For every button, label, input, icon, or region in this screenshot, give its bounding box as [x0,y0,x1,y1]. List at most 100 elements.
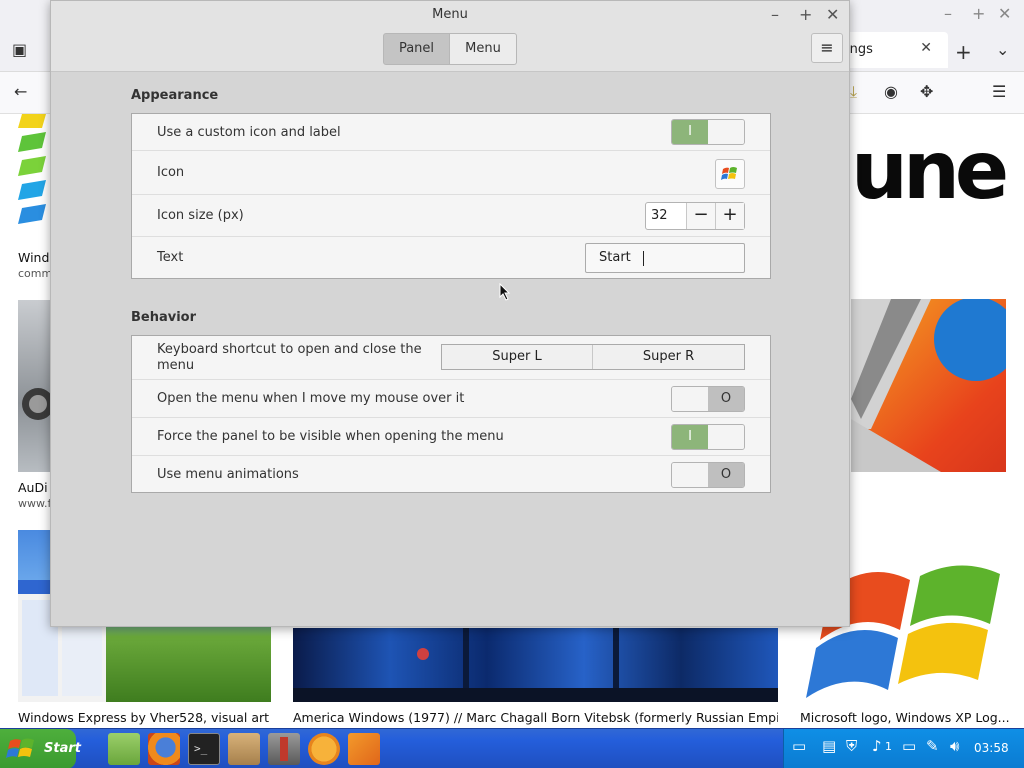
browser-minimize-icon[interactable]: – [944,6,952,22]
start-button[interactable]: Start [0,729,81,768]
clipboard-icon[interactable]: ▤ [822,739,836,754]
appearance-frame: Use a custom icon and label I Icon Icon … [131,113,771,279]
browser-maximize-icon[interactable]: + [972,6,985,22]
behavior-frame: Keyboard shortcut to open and close the … [131,335,771,493]
hamburger-menu-icon[interactable]: ≡ [811,33,843,63]
tab-panel[interactable]: Panel [383,33,450,65]
network-icon[interactable]: ▭ [792,739,806,754]
animations-row: Use menu animations O [132,456,770,493]
office-app-icon[interactable] [348,733,380,765]
windows-logo-image-partial[interactable] [18,114,50,234]
system-settings-icon[interactable] [268,733,300,765]
decrement-button[interactable]: − [686,203,715,229]
notifications-icon[interactable]: ♪ [872,739,882,754]
icon-label: Icon [157,165,185,180]
shortcut-2-button[interactable]: Super R [593,345,744,369]
custom-icon-switch[interactable]: I [671,119,745,145]
result-caption[interactable]: Wind [18,250,50,265]
maximize-icon[interactable]: + [799,5,812,24]
close-icon[interactable]: ✕ [826,5,839,24]
car-image-partial[interactable] [18,300,50,472]
hover-open-row: Open the menu when I move my mouse over … [132,380,770,418]
app-orange-circle-icon[interactable] [308,733,340,765]
text-caret [643,251,644,266]
increment-button[interactable]: + [715,203,744,229]
force-panel-row: Force the panel to be visible when openi… [132,418,770,456]
browser-close-icon[interactable]: ✕ [998,6,1011,22]
abstract-orange-image[interactable] [851,299,1006,472]
browser-tab-label: ings [846,42,873,57]
result-subcaption: www.fl [18,497,50,510]
windows-flag-icon [721,167,737,180]
icon-size-spinner[interactable]: 32 − + [645,202,745,230]
start-label-input[interactable]: Start [585,243,745,273]
hover-open-label: Open the menu when I move my mouse over … [157,391,465,406]
tie-shape [280,737,288,761]
switch-off-indicator: O [708,463,744,487]
clock[interactable]: 03:58 [974,741,1009,755]
file-manager-icon[interactable] [108,733,140,765]
switch-knob [672,387,708,411]
start-label: Start [44,741,81,756]
force-panel-switch[interactable]: I [671,424,745,450]
volume-icon[interactable]: 🔊︎ [950,739,959,754]
terminal-icon[interactable]: >_ [188,733,220,765]
dialog-title: Menu [432,7,468,22]
close-tab-icon[interactable]: ✕ [920,40,932,56]
result-caption[interactable]: Windows Express by Vher528, visual art [18,710,273,725]
terminal-prompt-icon: >_ [194,742,208,755]
chevron-down-icon[interactable]: ⌄ [996,42,1009,58]
stained-glass-image[interactable] [293,628,778,702]
icon-row: Icon [132,151,770,195]
icon-size-row: Icon size (px) 32 − + [132,195,770,237]
result-caption[interactable]: AuDi [18,480,50,495]
behavior-heading: Behavior [131,310,197,325]
new-tab-icon[interactable]: + [955,42,972,62]
custom-icon-label: Use a custom icon and label [157,125,341,140]
extensions-icon[interactable]: ✥ [920,84,933,100]
firefox-icon[interactable] [148,733,180,765]
switch-knob [672,463,708,487]
custom-icon-row: Use a custom icon and label I [132,114,770,151]
switch-on-indicator: I [672,120,708,144]
browser-menu-icon[interactable]: ☰ [992,84,1006,100]
back-arrow-icon[interactable]: ← [14,84,27,100]
dialog-titlebar[interactable]: Menu – + ✕ Panel Menu ≡ [51,1,849,72]
windows-flag-icon [6,738,34,758]
icon-chooser-button[interactable] [715,159,745,189]
icon-size-value[interactable]: 32 [646,203,686,229]
pen-icon[interactable]: ✎ [926,739,939,754]
icon-size-label: Icon size (px) [157,208,244,223]
account-icon[interactable]: ◉ [884,84,898,100]
shortcut-1-button[interactable]: Super L [442,345,593,369]
notification-count: 1 [885,740,892,753]
result-subcaption: comm [18,267,50,280]
animations-label: Use menu animations [157,467,299,482]
shortcut-label: Keyboard shortcut to open and close the … [157,342,422,373]
logo-text-image[interactable]: une [851,114,1006,234]
result-caption[interactable]: America Windows (1977) // Marc Chagall B… [293,710,778,725]
force-panel-label: Force the panel to be visible when openi… [157,429,504,444]
appearance-heading: Appearance [131,88,219,103]
logo-text: une [851,124,1006,217]
mouse-cursor-icon [499,283,511,301]
hover-open-switch[interactable]: O [671,386,745,412]
switch-knob [708,120,744,144]
tab-overview-icon[interactable]: ▣ [12,42,27,58]
system-tray: ▭ ▤ ⛨ ♪ 1 ▭ ✎ 🔊︎ 03:58 [783,729,1024,768]
shield-icon[interactable]: ⛨ [846,739,857,754]
taskbar: Start >_ ▭ ▤ ⛨ ♪ 1 ▭ ✎ 🔊︎ 03:58 [0,728,1024,768]
menu-settings-dialog: Menu – + ✕ Panel Menu ≡ Appearance Use a… [50,0,850,627]
archive-manager-icon[interactable] [228,733,260,765]
result-caption[interactable]: Microsoft logo, Windows XP Log... [800,710,1010,725]
keyboard-shortcut-field: Super L Super R [441,344,745,370]
download-icon[interactable]: ⤓ [850,84,857,100]
display-icon[interactable]: ▭ [902,739,916,754]
text-row: Text Start [132,237,770,279]
text-label: Text [157,250,184,265]
browser-tab[interactable]: ings ✕ [836,32,948,68]
tab-menu[interactable]: Menu [450,33,517,65]
switch-knob [708,425,744,449]
animations-switch[interactable]: O [671,462,745,488]
minimize-icon[interactable]: – [771,5,779,24]
